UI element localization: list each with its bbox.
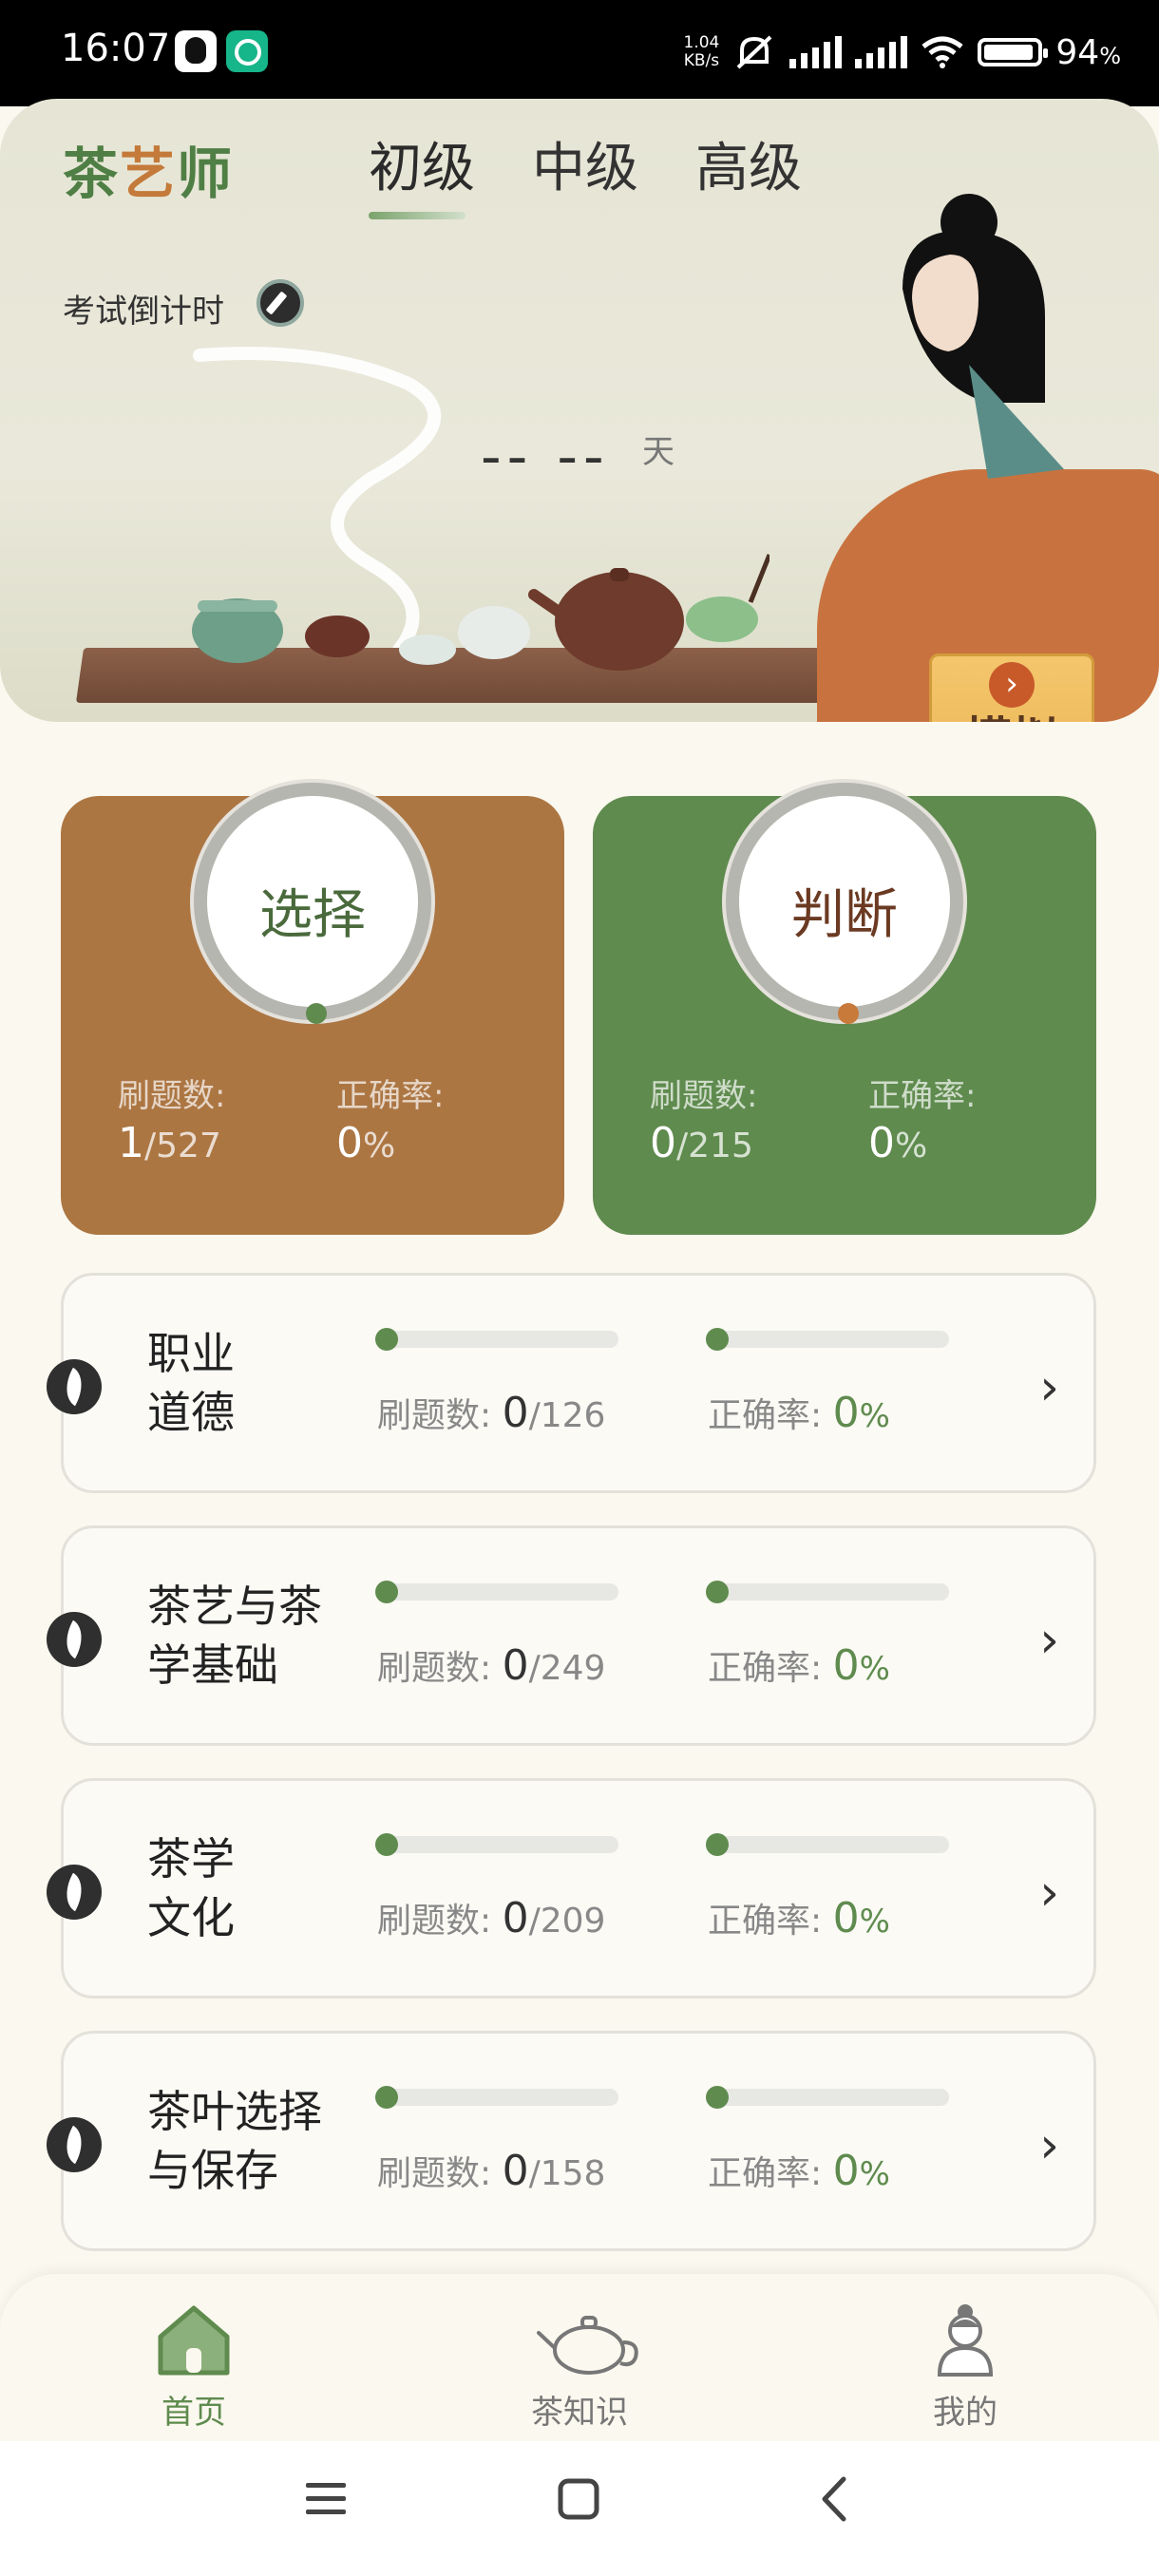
battery-icon (978, 38, 1049, 66)
accuracy-rate: 0% (336, 1119, 396, 1167)
progress-ring: 判断 (726, 783, 963, 1024)
countdown-unit: 天 (642, 433, 674, 471)
leaf-icon (47, 1359, 102, 1414)
home-icon (151, 2301, 237, 2378)
accuracy-rate: 0% (868, 1119, 928, 1167)
teapot-icon (537, 2301, 638, 2378)
leaf-icon (47, 2117, 102, 2172)
tea-master-illustration (902, 194, 1064, 479)
qq-icon (175, 30, 217, 72)
battery-level: 94% (1055, 32, 1121, 72)
back-icon[interactable] (813, 2475, 857, 2523)
accuracy-progress-bar (706, 1833, 949, 1856)
system-navigation-bar (0, 2441, 1159, 2576)
app-logo: 茶艺师 (63, 142, 235, 206)
question-count: 刷题数: 0/249 (377, 1641, 606, 1690)
status-time: 16:07 (61, 27, 171, 70)
app-notification-icon (226, 30, 268, 72)
signal-icon (789, 36, 843, 68)
nav-home-label: 首页 (162, 2394, 226, 2432)
chevron-right-icon: › (1039, 2117, 1059, 2174)
question-count: 0/215 (650, 1119, 753, 1167)
question-count: 1/527 (118, 1119, 221, 1167)
question-count: 刷题数: 0/209 (377, 1894, 606, 1942)
accuracy-progress-bar (706, 1581, 949, 1603)
topic-tea-art-basics[interactable]: 茶艺与茶 学基础 刷题数: 0/249 正确率: 0% › (47, 1525, 1096, 1746)
level-tabs: 初级 中级 高级 (369, 125, 802, 221)
bottom-navigation: 首页 茶知识 我的 (0, 2274, 1159, 2441)
wifi-icon (922, 36, 963, 68)
nav-profile[interactable]: 我的 (889, 2301, 1041, 2433)
card-title: 判断 (791, 884, 898, 946)
progress-dot (838, 1003, 859, 1024)
count-progress-bar (375, 1581, 618, 1603)
chevron-right-icon: › (1039, 1359, 1059, 1416)
network-speed-value: 1.04 (683, 33, 720, 52)
progress-dot (306, 1003, 327, 1024)
accuracy-rate: 正确率: 0% (708, 2147, 890, 2195)
tab-intermediate[interactable]: 中级 (532, 125, 638, 221)
mock-exam-label: 模拟 考试 (932, 713, 1092, 722)
mock-exam-button[interactable]: › 模拟 考试 (929, 653, 1094, 722)
accuracy-rate: 正确率: 0% (708, 1641, 890, 1690)
tea-set-illustration (192, 554, 770, 671)
status-indicators: 1.04 KB/s 94% (684, 28, 1121, 76)
rate-label: 正确率: (868, 1077, 977, 1115)
accuracy-progress-bar (706, 2086, 949, 2109)
leaf-icon (47, 1865, 102, 1920)
true-false-questions-card[interactable]: 判断 刷题数: 正确率: 0/215 0% (593, 783, 1096, 1235)
progress-ring: 选择 (194, 783, 431, 1024)
topic-tea-selection-storage[interactable]: 茶叶选择 与保存 刷题数: 0/158 正确率: 0% › (47, 2031, 1096, 2251)
topic-title: 茶艺与茶 学基础 (147, 1581, 322, 1691)
topic-professional-ethics[interactable]: 职业 道德 刷题数: 0/126 正确率: 0% › (47, 1273, 1096, 1493)
count-progress-bar (375, 1833, 618, 1856)
topic-title: 茶叶选择 与保存 (147, 2086, 322, 2196)
network-speed-unit: KB/s (683, 51, 720, 70)
home-button-icon[interactable] (557, 2475, 600, 2523)
nav-profile-label: 我的 (933, 2394, 998, 2432)
mute-icon (737, 35, 772, 69)
accuracy-progress-bar (706, 1328, 949, 1351)
count-progress-bar (375, 2086, 618, 2109)
rate-label: 正确率: (336, 1077, 445, 1115)
chevron-right-icon: › (1039, 1612, 1059, 1669)
count-progress-bar (375, 1328, 618, 1351)
chevron-right-icon: › (1039, 1865, 1059, 1922)
topic-title: 职业 道德 (147, 1328, 235, 1438)
hd-signal-icon (855, 36, 908, 68)
nav-home[interactable]: 首页 (118, 2301, 270, 2433)
nav-tea-knowledge[interactable]: 茶知识 (504, 2301, 656, 2433)
topic-title: 茶学 文化 (147, 1833, 235, 1943)
choice-questions-card[interactable]: 选择 刷题数: 正确率: 1/527 0% (61, 783, 564, 1235)
count-label: 刷题数: (118, 1077, 226, 1115)
topic-tea-culture[interactable]: 茶学 文化 刷题数: 0/209 正确率: 0% › (47, 1778, 1096, 1998)
tab-advanced[interactable]: 高级 (695, 125, 802, 221)
card-title: 选择 (259, 884, 366, 946)
edit-icon[interactable] (256, 279, 304, 327)
count-label: 刷题数: (650, 1077, 758, 1115)
menu-icon[interactable] (304, 2475, 348, 2523)
question-count: 刷题数: 0/126 (377, 1389, 606, 1437)
accuracy-rate: 正确率: 0% (708, 1389, 890, 1437)
status-bar: 16:07 1.04 KB/s 94% (0, 0, 1159, 106)
network-speed: 1.04 KB/s (684, 34, 720, 70)
chevron-right-icon: › (989, 662, 1035, 708)
countdown-label: 考试倒计时 (63, 293, 224, 331)
leaf-icon (47, 1612, 102, 1667)
header-banner: 茶艺师 初级 中级 高级 考试倒计时 -- -- 天 › 模拟 考试 (0, 99, 1159, 722)
tab-beginner[interactable]: 初级 (369, 125, 475, 221)
question-count: 刷题数: 0/158 (377, 2147, 606, 2195)
accuracy-rate: 正确率: 0% (708, 1894, 890, 1942)
nav-tea-knowledge-label: 茶知识 (531, 2394, 628, 2432)
person-icon (922, 2301, 1008, 2378)
